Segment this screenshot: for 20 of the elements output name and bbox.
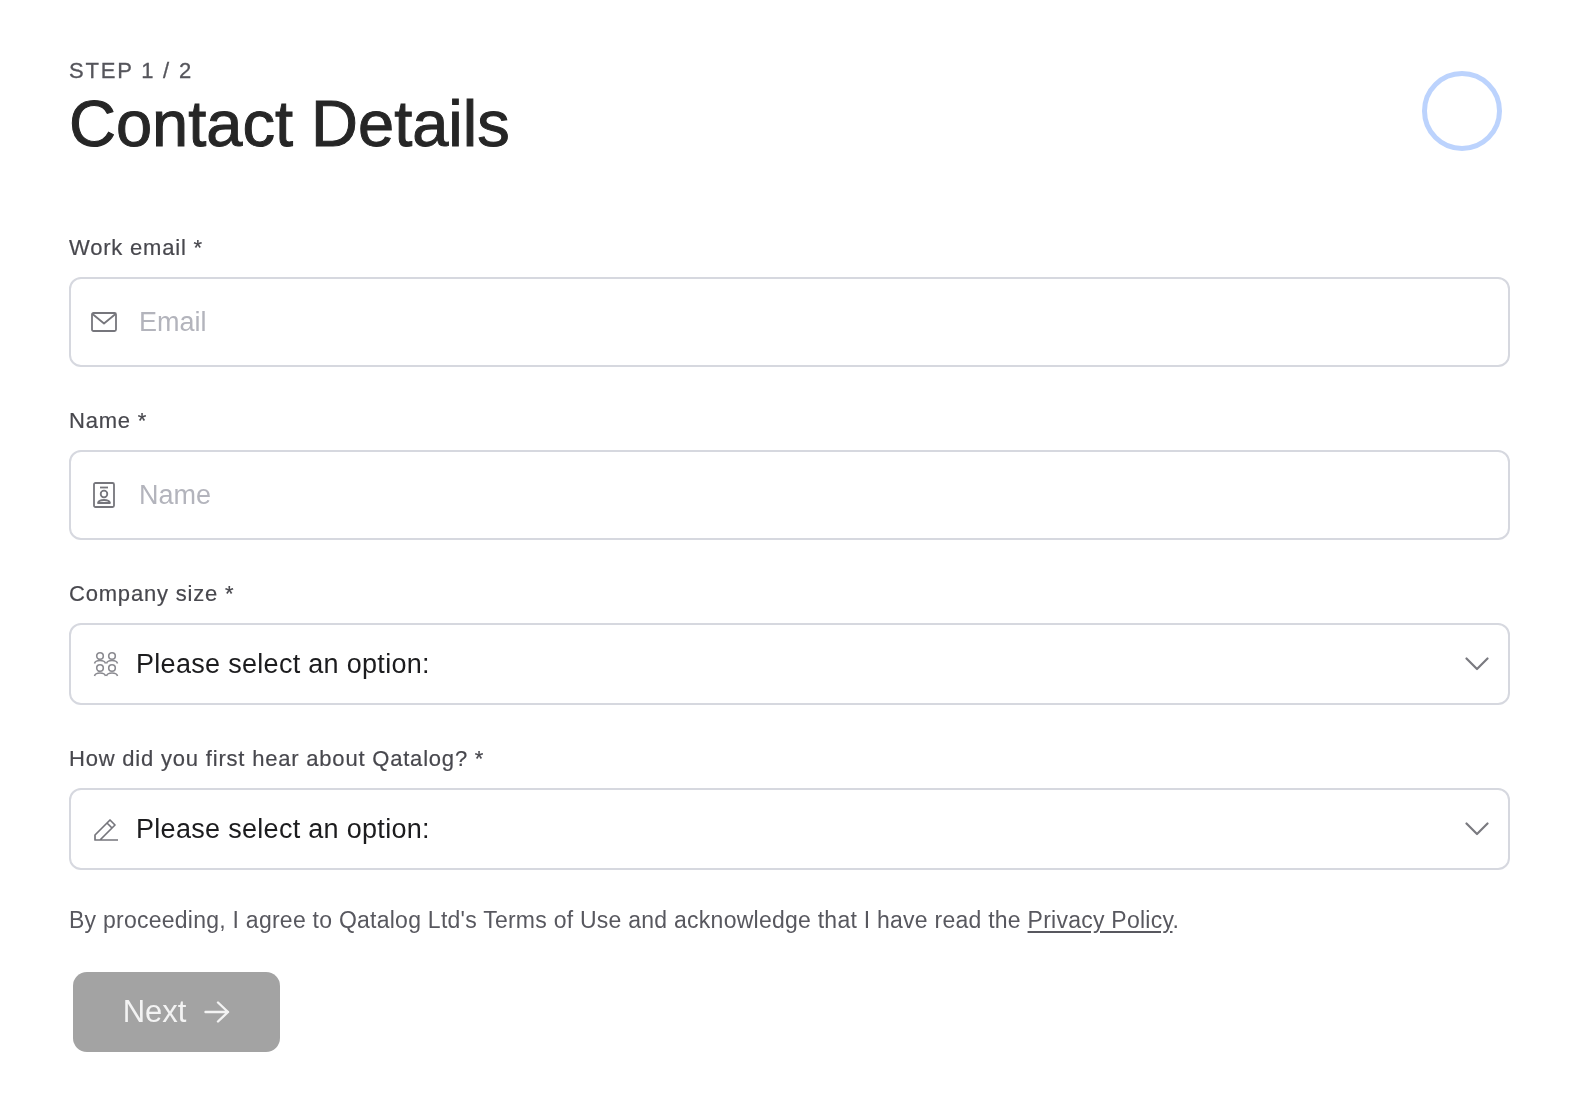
people-icon bbox=[93, 651, 119, 677]
pencil-icon bbox=[93, 816, 119, 842]
field-label: Name * bbox=[69, 408, 148, 434]
ring-icon bbox=[1422, 71, 1502, 151]
source-select[interactable]: Please select an option: bbox=[69, 788, 1510, 870]
step-indicator: STEP 1 / 2 bbox=[69, 58, 194, 84]
company-size-select[interactable]: Please select an option: bbox=[69, 623, 1510, 705]
consent-text: By proceeding, I agree to Qatalog Ltd's Terms of Use and acknowledge that I have read the Privacy Policy. bbox=[69, 906, 1181, 935]
chevron-down-icon bbox=[1465, 657, 1489, 671]
mail-icon bbox=[91, 312, 117, 332]
arrow-right-icon bbox=[204, 1001, 231, 1023]
privacy-policy-link[interactable]: Privacy Policy bbox=[1027, 907, 1173, 933]
name-field[interactable]: Name bbox=[69, 450, 1510, 540]
field-label: Company size * bbox=[69, 581, 235, 607]
field-label: Work email * bbox=[69, 235, 203, 261]
chevron-down-icon bbox=[1465, 822, 1489, 836]
contact-card-icon bbox=[93, 482, 115, 508]
field-label: How did you first hear about Qatalog? * bbox=[69, 746, 485, 772]
page-title: Contact Details bbox=[69, 89, 510, 159]
email-field[interactable]: Email bbox=[69, 277, 1510, 367]
